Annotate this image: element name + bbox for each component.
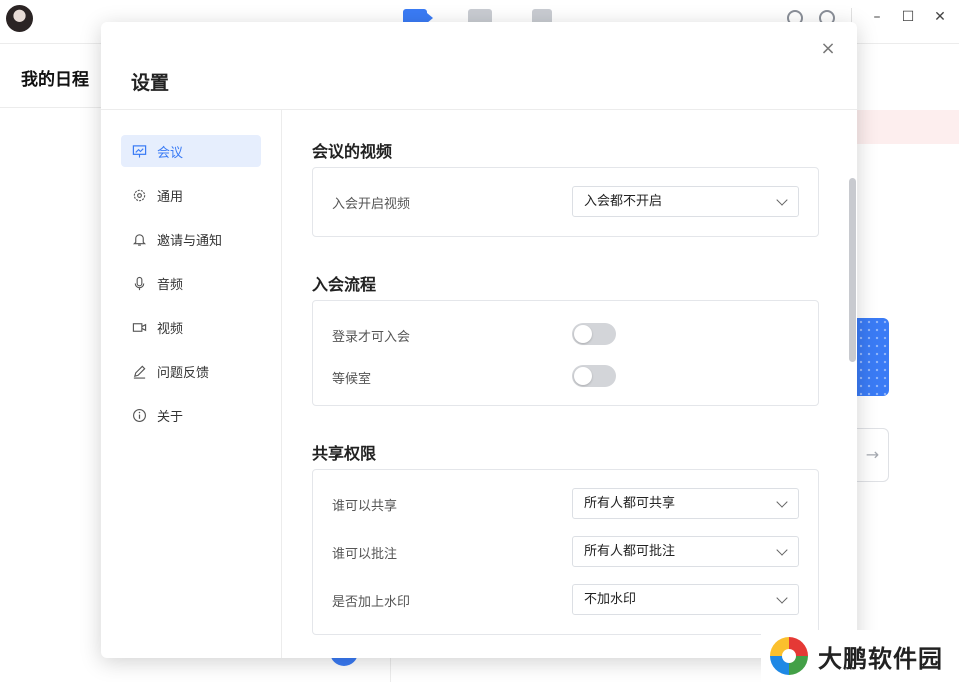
toggle-knob	[574, 325, 592, 343]
arrow-right-icon: →	[865, 445, 880, 464]
select-value: 所有人都可批注	[584, 544, 676, 559]
microphone-icon	[131, 275, 147, 291]
chevron-down-icon	[776, 592, 788, 604]
who-can-share-label: 谁可以共享	[332, 499, 398, 514]
divider	[0, 107, 101, 108]
who-can-annotate-select[interactable]: 所有人都可批注	[572, 536, 799, 567]
gear-icon	[131, 187, 147, 203]
video-settings-card: 入会开启视频 入会都不开启	[312, 167, 819, 237]
watermark-label: 是否加上水印	[332, 595, 411, 610]
sidebar-item-general[interactable]: 通用	[121, 179, 261, 211]
join-video-label: 入会开启视频	[332, 197, 411, 212]
select-value: 所有人都可共享	[584, 496, 676, 511]
select-value: 不加水印	[584, 592, 637, 607]
window-close-icon[interactable]: ✕	[933, 10, 947, 24]
sidebar-item-label: 通用	[157, 189, 184, 205]
select-value: 入会都不开启	[584, 194, 663, 209]
sidebar-item-video[interactable]: 视频	[121, 311, 261, 343]
section-title-video: 会议的视频	[312, 142, 393, 161]
settings-dialog: 设置 × 会议 通用 邀请与通知 音频 视频 问题反馈 关于 会议的视频 入会开…	[101, 22, 857, 658]
sidebar-item-audio[interactable]: 音频	[121, 267, 261, 299]
minimize-icon[interactable]: –	[870, 10, 884, 24]
divider	[390, 658, 391, 682]
sidebar-item-label: 会议	[157, 145, 184, 161]
avatar[interactable]	[6, 5, 33, 32]
login-required-label: 登录才可入会	[332, 330, 411, 345]
sidebar-item-label: 视频	[157, 321, 184, 337]
watermark-text: 大鹏软件园	[818, 644, 943, 673]
sidebar-item-about[interactable]: 关于	[121, 399, 261, 431]
sidebar-item-label: 关于	[157, 409, 184, 425]
who-can-annotate-label: 谁可以批注	[332, 547, 398, 562]
maximize-icon[interactable]: ☐	[901, 10, 915, 24]
login-required-toggle[interactable]	[572, 323, 616, 345]
who-can-share-select[interactable]: 所有人都可共享	[572, 488, 799, 519]
join-arrow-card[interactable]: →	[857, 428, 889, 482]
site-watermark: 大鹏软件园	[761, 630, 959, 682]
bell-icon	[131, 231, 147, 247]
scrollbar-thumb[interactable]	[849, 178, 856, 362]
join-flow-card: 登录才可入会 等候室	[312, 300, 819, 406]
camera-icon	[131, 319, 147, 335]
sidebar-item-label: 问题反馈	[157, 365, 210, 381]
chevron-down-icon	[776, 496, 788, 508]
settings-content: 会议的视频 入会开启视频 入会都不开启 入会流程 登录才可入会 等候室 共享权限…	[282, 110, 846, 658]
chevron-down-icon	[776, 194, 788, 206]
notice-banner	[857, 110, 959, 144]
watermark-select[interactable]: 不加水印	[572, 584, 799, 615]
sidebar-item-invite-notify[interactable]: 邀请与通知	[121, 223, 261, 255]
settings-sidebar: 会议 通用 邀请与通知 音频 视频 问题反馈 关于	[121, 135, 261, 443]
dialog-title: 设置	[131, 72, 170, 94]
info-icon	[131, 407, 147, 423]
chevron-down-icon	[776, 544, 788, 556]
section-title-join: 入会流程	[312, 275, 377, 294]
sidebar-item-feedback[interactable]: 问题反馈	[121, 355, 261, 387]
section-title-share: 共享权限	[312, 444, 377, 463]
close-icon[interactable]: ×	[819, 40, 837, 58]
sidebar-item-label: 邀请与通知	[157, 233, 223, 249]
join-video-select[interactable]: 入会都不开启	[572, 186, 799, 217]
sidebar-item-meeting[interactable]: 会议	[121, 135, 261, 167]
sidebar-item-label: 音频	[157, 277, 184, 293]
toggle-knob	[574, 367, 592, 385]
pencil-icon	[131, 363, 147, 379]
schedule-title: 我的日程	[21, 70, 89, 90]
watermark-logo-icon	[770, 637, 808, 675]
promo-card[interactable]	[857, 318, 889, 396]
waiting-room-label: 等候室	[332, 372, 372, 387]
waiting-room-toggle[interactable]	[572, 365, 616, 387]
share-permission-card: 谁可以共享 所有人都可共享 谁可以批注 所有人都可批注 是否加上水印 不加水印	[312, 469, 819, 635]
presentation-icon	[131, 143, 147, 159]
